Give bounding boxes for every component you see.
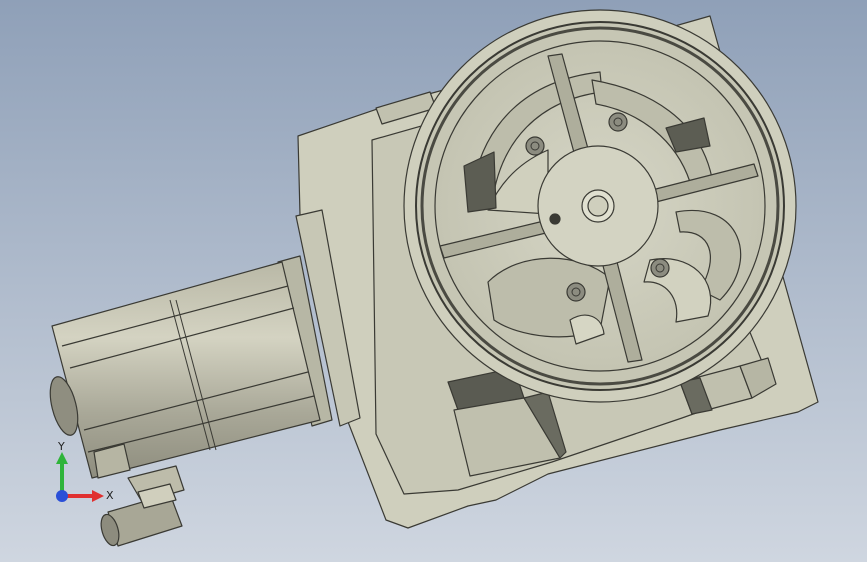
coordinate-triad: Y X <box>56 440 114 502</box>
graphics-viewport[interactable]: Y X <box>0 0 867 562</box>
center-hub[interactable] <box>537 145 659 267</box>
cad-model-view[interactable] <box>0 0 867 562</box>
x-axis-arrow <box>62 490 104 502</box>
y-axis-arrow <box>56 452 68 496</box>
x-axis-label: X <box>106 489 114 502</box>
y-axis-label: Y <box>57 440 65 453</box>
z-axis-origin <box>56 490 68 502</box>
